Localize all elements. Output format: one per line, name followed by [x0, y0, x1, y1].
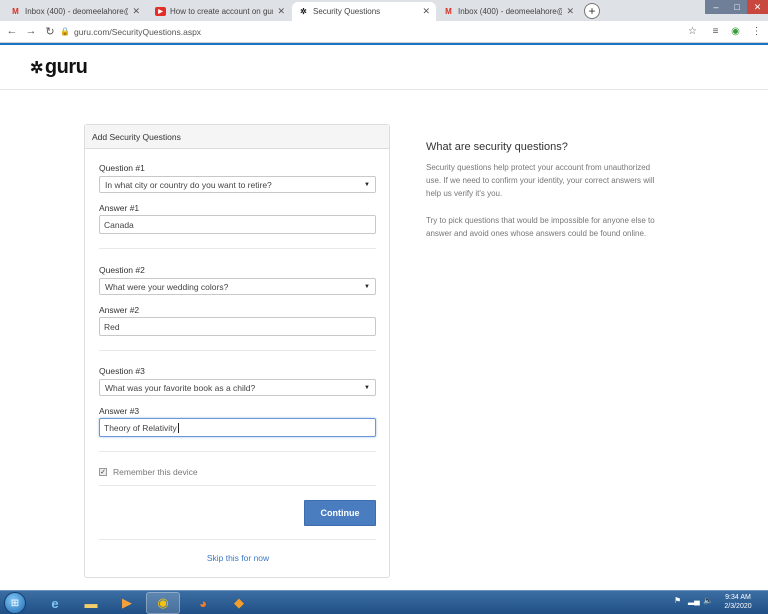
answer-2-value: Red [104, 321, 120, 332]
question-3-select[interactable]: What was your favorite book as a child? … [99, 379, 376, 396]
menu-icon[interactable]: ⋮ [750, 25, 763, 38]
taskbar: ⊞ e ▬ ▶ ◉ ◕ ◆ ⚑ ▂▄ 🔈 9:34 AM 2/3/2020 [0, 590, 768, 614]
question-2-select[interactable]: What were your wedding colors? ▼ [99, 278, 376, 295]
divider [99, 539, 376, 540]
new-tab-button[interactable]: + [584, 3, 600, 19]
close-icon[interactable]: ✕ [132, 6, 140, 17]
back-icon[interactable]: ← [5, 24, 19, 38]
info-panel: What are security questions? Security qu… [426, 141, 661, 254]
skip-label[interactable]: Skip this for now [207, 553, 269, 563]
question-3-label: Question #3 [99, 366, 145, 376]
answer-3-value: Theory of Relativity [104, 422, 177, 433]
system-clock[interactable]: 9:34 AM 2/3/2020 [716, 593, 760, 611]
browser-tab-strip: M Inbox (400) - deomeelahore@gm ✕ ▶ How … [0, 0, 768, 21]
action-center-icon[interactable]: ⚑ [674, 596, 681, 605]
windows-start-icon[interactable]: ⊞ [4, 592, 26, 614]
clock-date: 2/3/2020 [724, 603, 752, 610]
skip-link[interactable]: Skip this for now [85, 553, 391, 563]
question-1-label: Question #1 [99, 163, 145, 173]
tab-title: Inbox (400) - deomeelahore@gm [25, 7, 128, 16]
answer-2-label: Answer #2 [99, 305, 140, 315]
app-icon[interactable]: ◆ [222, 592, 256, 614]
gmail-icon: M [445, 7, 452, 16]
close-icon[interactable]: ✕ [566, 6, 574, 17]
info-paragraph-1: Security questions help protect your acc… [426, 163, 655, 198]
answer-1-value: Canada [104, 219, 134, 230]
caret-down-icon: ▼ [364, 181, 370, 188]
divider [99, 485, 376, 486]
card-header: Add Security Questions [85, 125, 389, 149]
answer-1-label: Answer #1 [99, 203, 140, 213]
site-header: ✲ guru [0, 45, 768, 90]
tab-title: How to create account on guru.c [170, 7, 274, 16]
youtube-icon: ▶ [155, 7, 166, 16]
guru-logo[interactable]: ✲ guru [30, 56, 88, 79]
answer-3-label: Answer #3 [99, 406, 140, 416]
question-1-select[interactable]: In what city or country do you want to r… [99, 176, 376, 193]
file-explorer-icon[interactable]: ▬ [74, 592, 108, 614]
reading-list-icon[interactable]: ≡ [709, 25, 722, 38]
forward-icon[interactable]: → [24, 24, 38, 38]
chrome-icon[interactable]: ◉ [146, 592, 180, 614]
divider [99, 451, 376, 452]
lock-icon: 🔒 [60, 27, 70, 36]
tab-inbox-2[interactable]: M Inbox (400) - deomeelahore@gm ✕ [437, 2, 580, 21]
remember-checkbox[interactable]: ✓ [99, 468, 107, 476]
divider [99, 350, 376, 351]
gmail-icon: M [12, 7, 19, 16]
clock-time: 9:34 AM [725, 594, 751, 601]
guru-logo-icon: ✲ [30, 59, 43, 77]
tab-inbox-1[interactable]: M Inbox (400) - deomeelahore@gm ✕ [4, 2, 146, 21]
info-title: What are security questions? [426, 141, 568, 153]
tab-security-questions[interactable]: ✲ Security Questions ✕ [292, 2, 436, 21]
bookmark-star-icon[interactable]: ☆ [686, 25, 699, 38]
caret-down-icon: ▼ [364, 283, 370, 290]
tab-title: Security Questions [313, 7, 381, 16]
firefox-icon[interactable]: ◕ [186, 592, 220, 614]
question-2-label: Question #2 [99, 265, 145, 275]
tab-youtube[interactable]: ▶ How to create account on guru.c ✕ [149, 2, 291, 21]
volume-icon[interactable]: 🔈 [703, 596, 713, 605]
question-2-value: What were your wedding colors? [105, 281, 229, 292]
remember-label: Remember this device [113, 467, 198, 477]
extension-icon[interactable]: ◉ [729, 25, 742, 38]
logo-text: guru [44, 56, 88, 78]
tab-title: Inbox (400) - deomeelahore@gm [458, 7, 562, 16]
browser-toolbar: ← → ↻ 🔒 guru.com/SecurityQuestions.aspx … [0, 21, 768, 43]
security-questions-card: Add Security Questions Question #1 In wh… [84, 124, 390, 578]
answer-3-input[interactable]: Theory of Relativity [99, 418, 376, 437]
continue-button[interactable]: Continue [304, 500, 376, 526]
reload-icon[interactable]: ↻ [43, 24, 57, 38]
window-close-button[interactable]: ✕ [747, 0, 768, 14]
divider [99, 248, 376, 249]
answer-2-input[interactable]: Red [99, 317, 376, 336]
media-player-icon[interactable]: ▶ [110, 592, 144, 614]
network-icon[interactable]: ▂▄ [688, 596, 700, 605]
guru-icon: ✲ [300, 7, 307, 16]
internet-explorer-icon[interactable]: e [38, 592, 72, 614]
minimize-button[interactable]: – [705, 0, 727, 14]
answer-1-input[interactable]: Canada [99, 215, 376, 234]
close-icon[interactable]: ✕ [277, 6, 285, 17]
info-paragraph-2: Try to pick questions that would be impo… [426, 216, 655, 238]
question-1-value: In what city or country do you want to r… [105, 179, 272, 190]
close-icon[interactable]: ✕ [422, 6, 430, 17]
maximize-button[interactable]: □ [727, 0, 747, 14]
text-cursor [177, 422, 179, 433]
url-text: guru.com/SecurityQuestions.aspx [73, 26, 202, 37]
address-bar[interactable]: 🔒 guru.com/SecurityQuestions.aspx [60, 24, 680, 39]
question-3-value: What was your favorite book as a child? [105, 382, 256, 393]
remember-device-row[interactable]: ✓ Remember this device [99, 467, 198, 477]
caret-down-icon: ▼ [364, 384, 370, 391]
